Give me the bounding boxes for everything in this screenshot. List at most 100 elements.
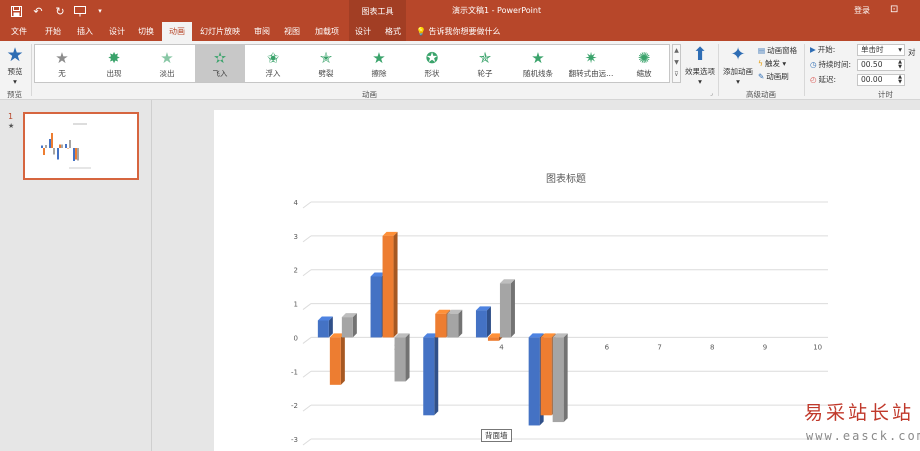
thumbnail-bar: [73, 148, 75, 161]
slide-thumbnail-pane: 1 ★: [0, 100, 152, 451]
star-grow-turn-icon: ✷: [584, 49, 598, 67]
group-label-advanced: 高级动画: [746, 90, 776, 99]
tab-review[interactable]: 审阅: [249, 22, 275, 41]
effect-options-button[interactable]: ⬆ 效果选项 ▾: [683, 44, 717, 86]
timing-start-label: ▶ 开始:: [810, 45, 836, 54]
trigger-label: 触发: [764, 59, 780, 68]
group-label-timing: 计时: [878, 90, 893, 99]
thumbnail-bar: [77, 148, 79, 161]
tab-slide-show[interactable]: 幻灯片放映: [197, 22, 243, 41]
star-float-in-icon: ✬: [266, 49, 280, 67]
thumbnail-bar: [65, 144, 67, 148]
star-split-icon: ✭: [319, 49, 333, 67]
trigger-button[interactable]: ϟ 触发 ▾: [758, 58, 786, 70]
animation-appear[interactable]: ✸ 出现: [89, 45, 139, 82]
gallery-scroll-control[interactable]: ▲ ▼ ⊽: [672, 44, 681, 83]
tab-animations[interactable]: 动画: [162, 22, 192, 41]
reorder-animation-label[interactable]: 对: [908, 47, 916, 58]
star-fade-icon: ★: [160, 49, 174, 67]
thumbnail-bar: [45, 145, 47, 148]
thumbnail-bar: [59, 144, 61, 148]
tab-view[interactable]: 视图: [279, 22, 305, 41]
thumbnail-bar: [75, 148, 77, 160]
save-icon[interactable]: [8, 3, 24, 19]
animation-label: 翻转式由远...: [568, 69, 614, 78]
tab-home[interactable]: 开始: [40, 22, 66, 41]
thumbnail-bar: [41, 145, 43, 148]
spinner-icon[interactable]: ▲ ▼: [898, 60, 902, 70]
animation-grow-turn[interactable]: ✷ 翻转式由远...: [566, 45, 616, 82]
tab-design[interactable]: 设计: [104, 22, 130, 41]
animation-pane-icon: ▤: [758, 46, 766, 55]
star-wheel-icon: ✯: [478, 49, 492, 67]
timing-duration-input[interactable]: 00.50 ▲ ▼: [857, 59, 905, 71]
redo-icon[interactable]: ↻: [52, 3, 68, 19]
chart-title[interactable]: 图表标题: [546, 170, 586, 185]
timing-duration-label: ◷ 持续时间:: [810, 60, 852, 69]
animation-label: 轮子: [477, 69, 493, 78]
animation-label: 随机线条: [523, 69, 553, 78]
lightbulb-icon: 💡: [416, 27, 426, 36]
ribbon-tabs: 文件 开始 插入 设计 切换 动画 幻灯片放映 审阅 视图 加载项 设计 格式 …: [0, 22, 920, 41]
dialog-launcher-icon[interactable]: ⌟: [710, 90, 713, 97]
slide-thumbnail[interactable]: [23, 112, 139, 180]
animation-label: 形状: [424, 69, 440, 78]
tab-chart-design[interactable]: 设计: [350, 22, 376, 41]
watermark-text: 易采站长站: [804, 402, 915, 424]
tab-file[interactable]: 文件: [6, 22, 32, 41]
animation-none[interactable]: ★ 无: [37, 45, 87, 82]
delay-clock-icon: ◴: [810, 75, 817, 84]
play-icon: ▶: [810, 45, 816, 54]
slide-number: 1: [8, 112, 14, 121]
group-separator: [718, 44, 719, 96]
undo-icon[interactable]: ↶: [30, 3, 46, 19]
animation-shape[interactable]: ✪ 形状: [407, 45, 457, 82]
ribbon-display-options-icon[interactable]: ⊡: [890, 4, 898, 15]
animation-label: 出现: [106, 69, 122, 78]
thumbnail-bar: [57, 148, 59, 160]
tab-insert[interactable]: 插入: [72, 22, 98, 41]
clock-icon: ◷: [810, 60, 817, 69]
animation-label: 飞入: [212, 69, 228, 78]
timing-delay-input[interactable]: 00.00 ▲ ▼: [857, 74, 905, 86]
star-random-bars-icon: ★: [531, 49, 545, 67]
tab-transitions[interactable]: 切换: [133, 22, 159, 41]
animation-zoom[interactable]: ✺ 缩放: [619, 45, 669, 82]
chart-element-tooltip: 背面墙: [481, 429, 512, 442]
preview-button[interactable]: ★ 预览 ▾: [2, 44, 28, 86]
animation-label: 缩放: [636, 69, 652, 78]
watermark-url: www.easck.com: [806, 429, 920, 443]
start-from-beginning-icon[interactable]: [72, 3, 88, 19]
animation-gallery: ★ 无 ✸ 出现 ★ 淡出 ✫ 飞入 ✬ 浮入 ✭ 劈裂 ★ 擦除 ✪ 形状 ✯…: [34, 44, 670, 83]
chevron-down-icon: ▾: [898, 45, 902, 54]
animation-wipe[interactable]: ★ 擦除: [354, 45, 404, 82]
animation-split[interactable]: ✭ 劈裂: [301, 45, 351, 82]
chart-tools-context-label: 图表工具: [349, 0, 406, 22]
animation-painter-button[interactable]: ✎ 动画刷: [758, 71, 789, 83]
tab-add-ins[interactable]: 加载项: [310, 22, 344, 41]
star-wipe-icon: ★: [372, 49, 386, 67]
animation-fade[interactable]: ★ 淡出: [142, 45, 192, 82]
thumbnail-chart-preview: [41, 123, 91, 169]
star-appear-icon: ✸: [107, 49, 121, 67]
timing-start-value: 单击时: [861, 45, 884, 54]
add-animation-button[interactable]: ✦ 添加动画 ▾: [721, 44, 755, 86]
timing-start-select[interactable]: 单击时 ▾: [857, 44, 905, 56]
painter-icon: ✎: [758, 72, 765, 81]
tab-chart-format[interactable]: 格式: [380, 22, 406, 41]
customize-qat-icon[interactable]: ▾: [92, 3, 108, 19]
animation-fly-in[interactable]: ✫ 飞入: [195, 45, 245, 82]
chevron-down-icon: ▾: [13, 77, 17, 86]
star-fly-in-icon: ✫: [213, 49, 227, 67]
tell-me-search[interactable]: 💡 告诉我你想要做什么: [416, 22, 501, 41]
animation-random-bars[interactable]: ★ 随机线条: [513, 45, 563, 82]
spinner-icon[interactable]: ▲ ▼: [898, 75, 902, 85]
animation-float-in[interactable]: ✬ 浮入: [248, 45, 298, 82]
animation-wheel[interactable]: ✯ 轮子: [460, 45, 510, 82]
effect-options-label: 效果选项: [685, 67, 715, 76]
animation-pane-button[interactable]: ▤ 动画窗格: [758, 45, 797, 57]
thumbnail-bar: [53, 148, 55, 155]
animation-pane-label: 动画窗格: [767, 46, 798, 55]
star-gray-icon: ★: [55, 49, 69, 67]
login-link[interactable]: 登录: [854, 5, 870, 16]
